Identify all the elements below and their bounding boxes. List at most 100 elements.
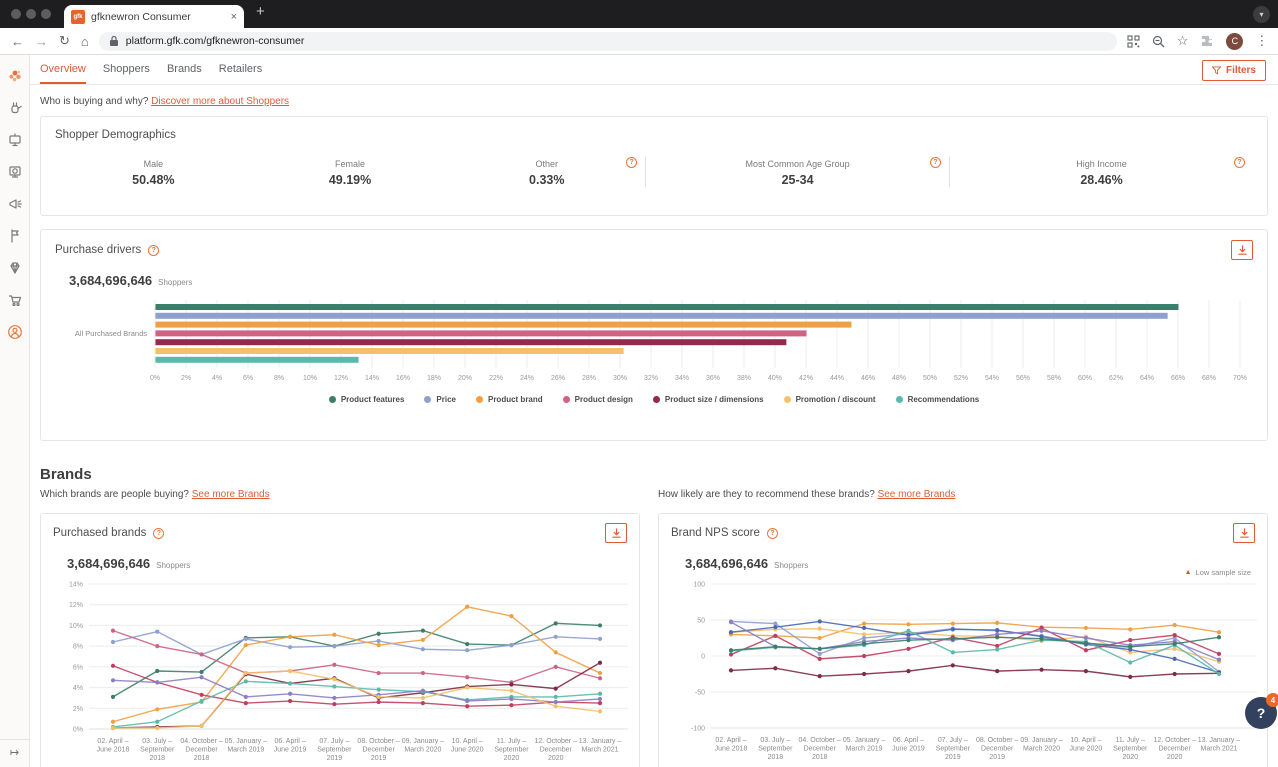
svg-text:32%: 32% bbox=[644, 375, 658, 382]
web-monitor-icon[interactable] bbox=[6, 163, 24, 181]
gfk-logo-icon[interactable] bbox=[6, 67, 24, 85]
svg-text:4%: 4% bbox=[212, 375, 222, 382]
tab-close-icon[interactable]: × bbox=[231, 11, 237, 23]
tab-overview[interactable]: Overview bbox=[40, 55, 86, 84]
legend-item[interactable]: Recommendations bbox=[896, 395, 980, 404]
svg-text:13. January –March 2021: 13. January –March 2021 bbox=[579, 738, 622, 754]
stat-value: 49.19% bbox=[252, 173, 449, 187]
url-bar[interactable]: platform.gfk.com/gfknewron-consumer bbox=[99, 32, 1117, 51]
download-icon bbox=[1239, 528, 1250, 539]
svg-text:20%: 20% bbox=[458, 375, 472, 382]
premium-diamond-icon[interactable] bbox=[6, 259, 24, 277]
reload-icon[interactable]: ↻ bbox=[59, 33, 70, 49]
purchase-drivers-card: Purchase drivers ? 3,684,696,646 Shopper… bbox=[40, 229, 1268, 441]
profile-avatar[interactable]: C bbox=[1226, 33, 1243, 50]
addressbar-actions: ☆ C ⋮ bbox=[1127, 33, 1269, 50]
chevron-down-icon[interactable]: ▾ bbox=[1253, 6, 1270, 23]
collapse-panel-icon[interactable]: ↦ bbox=[0, 739, 29, 767]
svg-text:8%: 8% bbox=[73, 644, 83, 651]
notification-badge: 4 bbox=[1266, 693, 1278, 707]
shopping-cart-icon[interactable] bbox=[6, 291, 24, 309]
megaphone-icon[interactable] bbox=[6, 195, 24, 213]
filters-button[interactable]: Filters bbox=[1202, 60, 1266, 81]
see-more-brands-link[interactable]: See more Brands bbox=[192, 489, 270, 500]
qr-code-icon[interactable] bbox=[1127, 35, 1140, 48]
help-icon[interactable]: ? bbox=[1234, 157, 1245, 168]
consumers-icon[interactable] bbox=[6, 99, 24, 117]
help-icon[interactable]: ? bbox=[153, 528, 164, 539]
zoom-out-icon[interactable] bbox=[1152, 35, 1165, 48]
svg-text:12. October –December2020: 12. October –December2020 bbox=[535, 738, 578, 762]
help-icon[interactable]: ? bbox=[148, 245, 159, 256]
brand-nps-title: Brand NPS score bbox=[671, 527, 760, 539]
svg-text:58%: 58% bbox=[1047, 375, 1061, 382]
brands-question-right: How likely are they to recommend these b… bbox=[658, 489, 955, 500]
back-icon[interactable]: ← bbox=[11, 34, 24, 49]
svg-text:-100: -100 bbox=[691, 726, 705, 733]
download-button[interactable] bbox=[605, 523, 627, 543]
help-icon[interactable]: ? bbox=[930, 157, 941, 168]
svg-text:02. April –June 2018: 02. April –June 2018 bbox=[97, 738, 130, 754]
question-text: How likely are they to recommend these b… bbox=[658, 489, 878, 500]
purchased-brands-title: Purchased brands bbox=[53, 527, 146, 539]
svg-text:52%: 52% bbox=[954, 375, 968, 382]
new-tab-button[interactable]: + bbox=[256, 3, 265, 20]
app-window: ↦ Overview Shoppers Brands Retailers Fil… bbox=[0, 55, 1278, 767]
window-minimize-button[interactable] bbox=[26, 9, 36, 19]
top-navigation: Overview Shoppers Brands Retailers Filte… bbox=[30, 55, 1278, 85]
presentation-board-icon[interactable] bbox=[6, 131, 24, 149]
tab-shoppers[interactable]: Shoppers bbox=[103, 55, 150, 84]
shoppers-count: 3,684,696,646 Shoppers bbox=[685, 556, 1255, 571]
svg-text:6%: 6% bbox=[243, 375, 253, 382]
warning-icon: ▲ bbox=[1185, 569, 1192, 576]
extensions-puzzle-icon[interactable] bbox=[1200, 34, 1214, 48]
tab-retailers[interactable]: Retailers bbox=[219, 55, 262, 84]
tab-brands[interactable]: Brands bbox=[167, 55, 202, 84]
svg-text:2%: 2% bbox=[73, 706, 83, 713]
svg-text:12. October –December2020: 12. October –December2020 bbox=[1153, 737, 1196, 761]
legend-item[interactable]: Product features bbox=[329, 395, 405, 404]
flag-icon[interactable] bbox=[6, 227, 24, 245]
legend-item[interactable]: Promotion / discount bbox=[784, 395, 876, 404]
legend-item[interactable]: Product design bbox=[563, 395, 633, 404]
purchased-brands-card: Purchased brands ? 3,684,696,646 Shopper… bbox=[40, 513, 640, 767]
discover-shoppers-link[interactable]: Discover more about Shoppers bbox=[151, 96, 289, 107]
home-icon[interactable]: ⌂ bbox=[81, 34, 89, 49]
svg-text:06. April –June 2019: 06. April –June 2019 bbox=[274, 738, 307, 754]
svg-text:44%: 44% bbox=[830, 375, 844, 382]
svg-text:50: 50 bbox=[697, 618, 705, 625]
gfk-favicon: gfk bbox=[71, 10, 85, 24]
shoppers-value: 3,684,696,646 bbox=[67, 556, 150, 571]
help-icon[interactable]: ? bbox=[767, 528, 778, 539]
browser-tab[interactable]: gfk gfknewron Consumer × bbox=[64, 5, 244, 28]
svg-text:05. January –March 2019: 05. January –March 2019 bbox=[843, 737, 886, 753]
window-close-button[interactable] bbox=[11, 9, 21, 19]
brands-section-title: Brands bbox=[40, 466, 1278, 483]
legend-item[interactable]: Price bbox=[424, 395, 456, 404]
bookmark-star-icon[interactable]: ☆ bbox=[1177, 33, 1189, 49]
legend-label: Product features bbox=[341, 395, 405, 404]
svg-text:26%: 26% bbox=[551, 375, 565, 382]
svg-text:8%: 8% bbox=[274, 375, 284, 382]
svg-text:03. July –September2018: 03. July –September2018 bbox=[758, 737, 793, 761]
svg-text:04. October –December2018: 04. October –December2018 bbox=[799, 737, 842, 761]
legend-item[interactable]: Product size / dimensions bbox=[653, 395, 764, 404]
browser-menu-icon[interactable]: ⋮ bbox=[1255, 33, 1268, 49]
profile-icon[interactable] bbox=[6, 323, 24, 341]
svg-text:13. January –March 2021: 13. January –March 2021 bbox=[1198, 737, 1241, 753]
svg-text:06. April –June 2019: 06. April –June 2019 bbox=[892, 737, 925, 753]
download-icon bbox=[611, 528, 622, 539]
stat-high-income: High Income 28.46% ? bbox=[949, 157, 1253, 187]
svg-text:07. July –September2019: 07. July –September2019 bbox=[317, 738, 352, 762]
stat-value: 50.48% bbox=[55, 173, 252, 187]
download-button[interactable] bbox=[1231, 240, 1253, 260]
see-more-brands-link[interactable]: See more Brands bbox=[878, 489, 956, 500]
legend-item[interactable]: Product brand bbox=[476, 395, 543, 404]
svg-text:64%: 64% bbox=[1140, 375, 1154, 382]
window-maximize-button[interactable] bbox=[41, 9, 51, 19]
download-button[interactable] bbox=[1233, 523, 1255, 543]
forward-icon[interactable]: → bbox=[35, 34, 48, 49]
stat-female: Female 49.19% bbox=[252, 157, 449, 187]
svg-text:10%: 10% bbox=[69, 623, 83, 630]
help-fab-button[interactable]: ? 4 bbox=[1245, 697, 1277, 729]
